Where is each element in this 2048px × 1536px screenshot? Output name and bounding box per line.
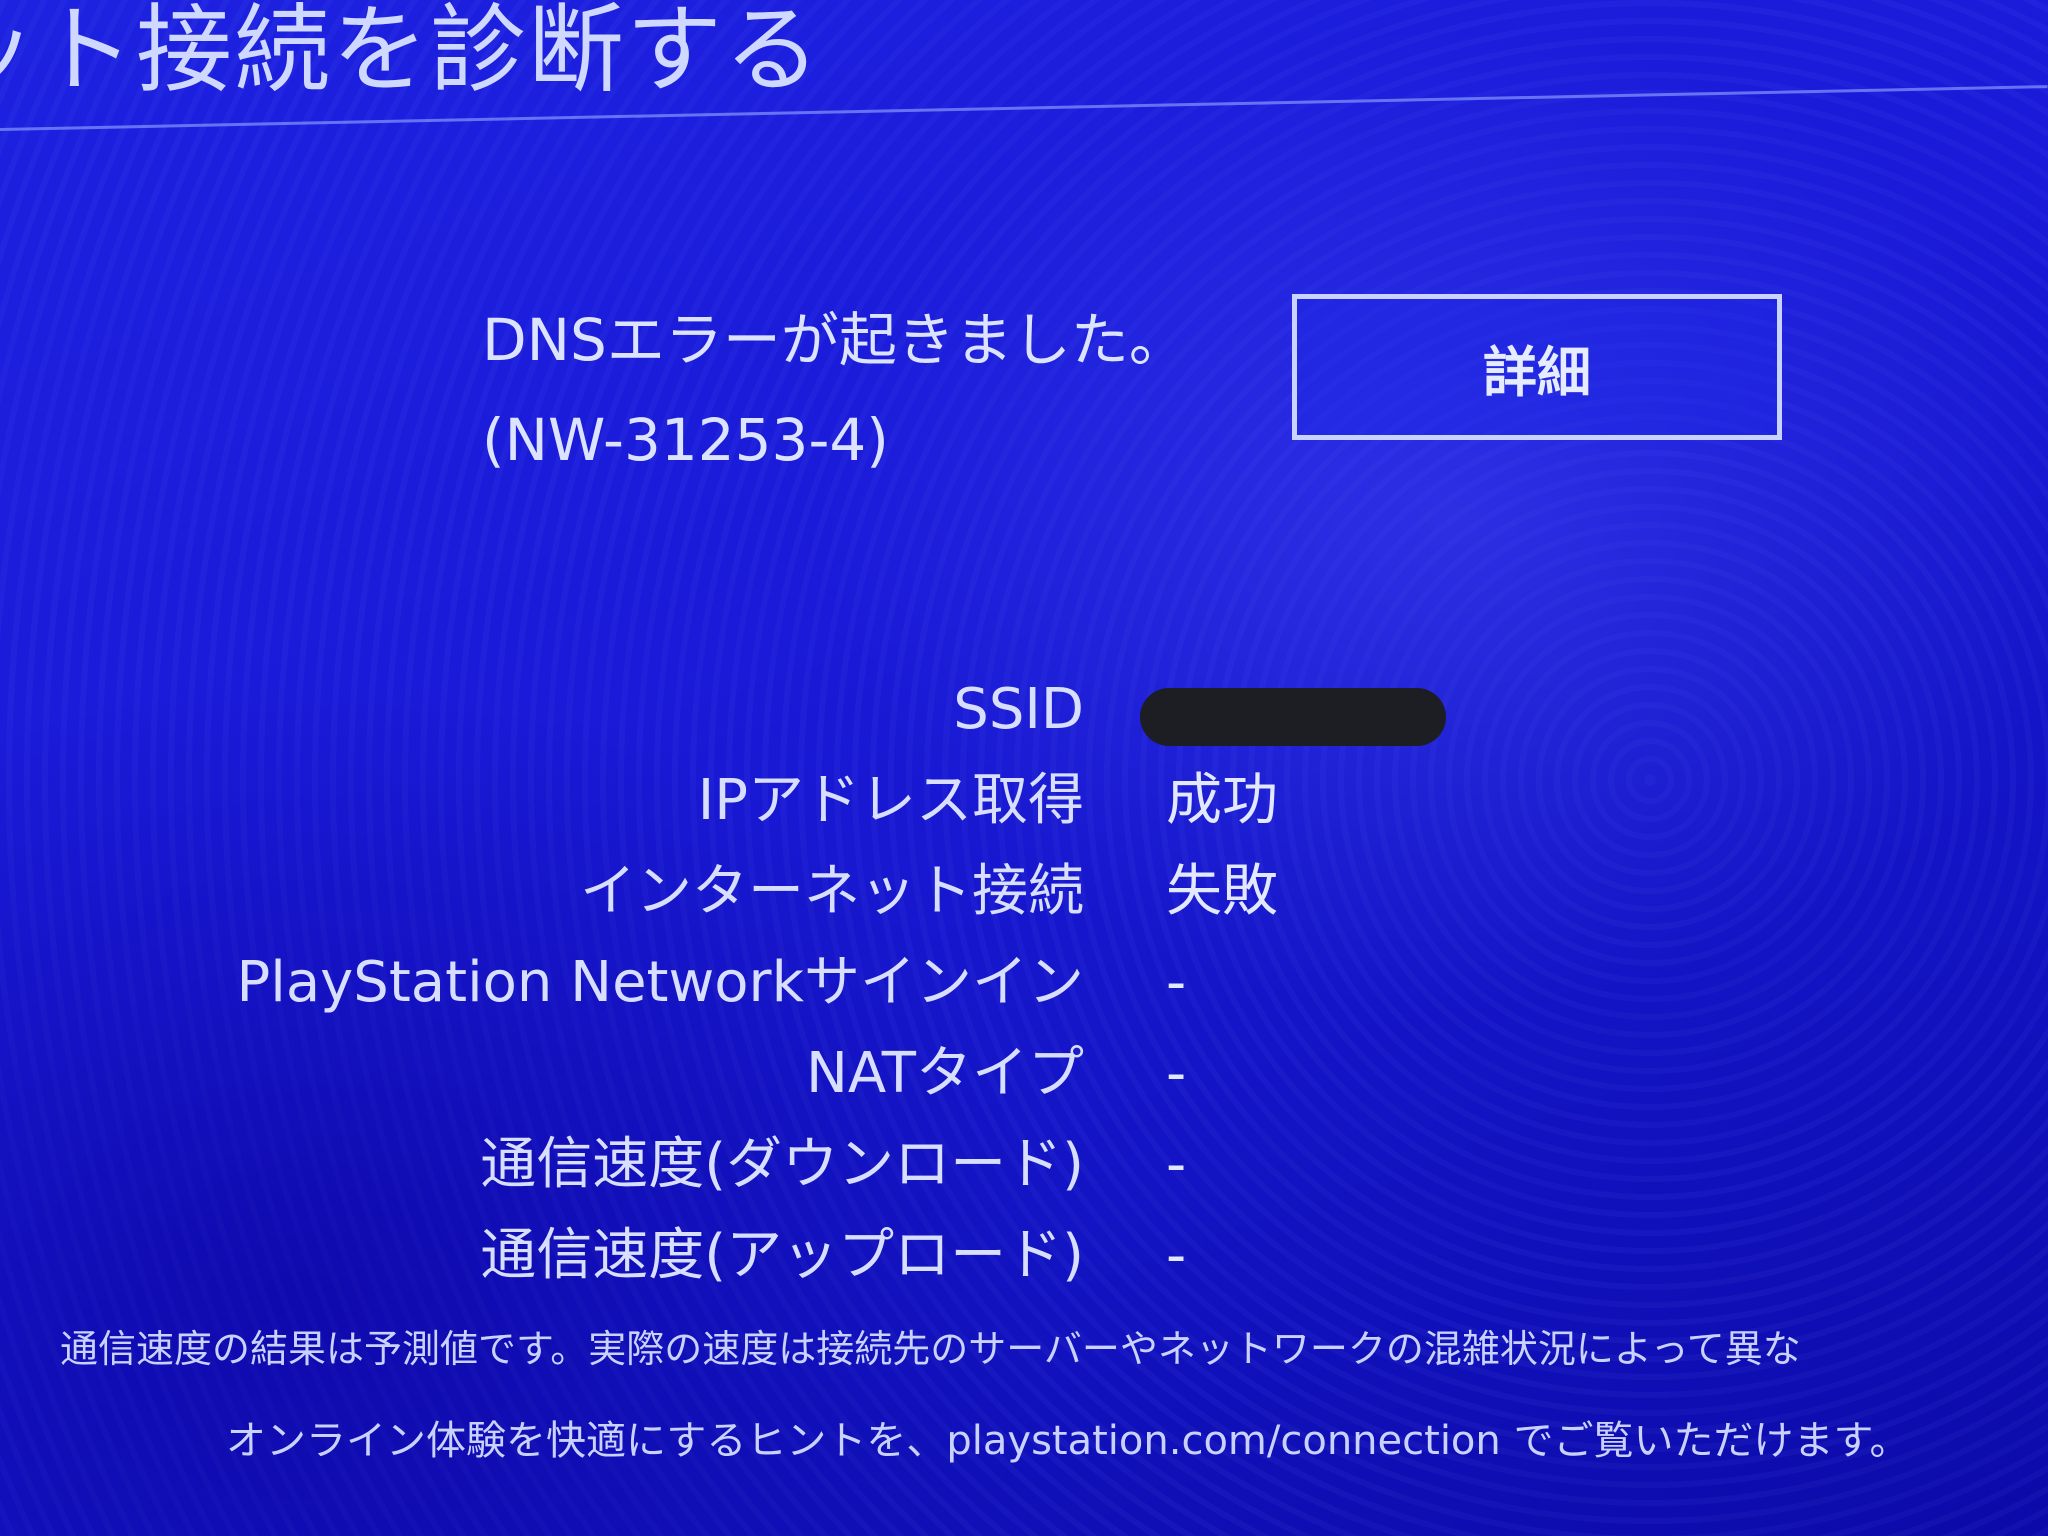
result-row-ssid: SSID — [0, 670, 2048, 761]
result-row-upload-speed: 通信速度(アップロード) - — [0, 1216, 2048, 1307]
error-code: (NW-31253-4) — [482, 406, 889, 474]
result-label: SSID — [953, 677, 1084, 742]
error-message: DNSエラーが起きました。 — [482, 306, 1187, 374]
speed-footnote: 通信速度の結果は予測値です。実際の速度は接続先のサーバーやネットワークの混雑状況… — [60, 1327, 1801, 1371]
result-value: - — [1166, 1223, 1187, 1288]
result-row-internet-connection: インターネット接続 失敗 — [0, 852, 2048, 943]
connection-hint: オンライン体験を快適にするヒントを、playstation.com/connec… — [226, 1418, 1910, 1464]
result-value: - — [1166, 950, 1187, 1015]
result-label: IPアドレス取得 — [697, 768, 1084, 833]
diagnosis-results: SSID IPアドレス取得 成功 インターネット接続 失敗 PlayStatio… — [0, 670, 2048, 1307]
details-button-label: 詳細 — [1483, 340, 1591, 404]
result-row-nat-type: NATタイプ - — [0, 1034, 2048, 1125]
result-label: NATタイプ — [805, 1041, 1084, 1106]
result-value: - — [1166, 1132, 1187, 1197]
result-value: - — [1166, 1041, 1187, 1106]
result-row-download-speed: 通信速度(ダウンロード) - — [0, 1125, 2048, 1216]
result-label: PlayStation Networkサインイン — [236, 950, 1085, 1015]
result-label: 通信速度(ダウンロード) — [480, 1132, 1084, 1197]
ssid-redaction — [1140, 688, 1446, 746]
result-row-psn-signin: PlayStation Networkサインイン - — [0, 943, 2048, 1034]
result-label: インターネット接続 — [580, 859, 1084, 924]
result-value: 成功 — [1166, 768, 1278, 833]
error-block: DNSエラーが起きました。 (NW-31253-4) — [482, 290, 1187, 490]
result-row-ip-address: IPアドレス取得 成功 — [0, 761, 2048, 852]
details-button[interactable]: 詳細 — [1292, 294, 1782, 440]
network-diagnosis-screen: ット接続を診断する DNSエラーが起きました。 (NW-31253-4) 詳細 … — [0, 0, 2048, 1536]
result-value: 失敗 — [1166, 859, 1278, 924]
page-title: ット接続を診断する — [0, 0, 822, 106]
result-label: 通信速度(アップロード) — [480, 1223, 1084, 1288]
